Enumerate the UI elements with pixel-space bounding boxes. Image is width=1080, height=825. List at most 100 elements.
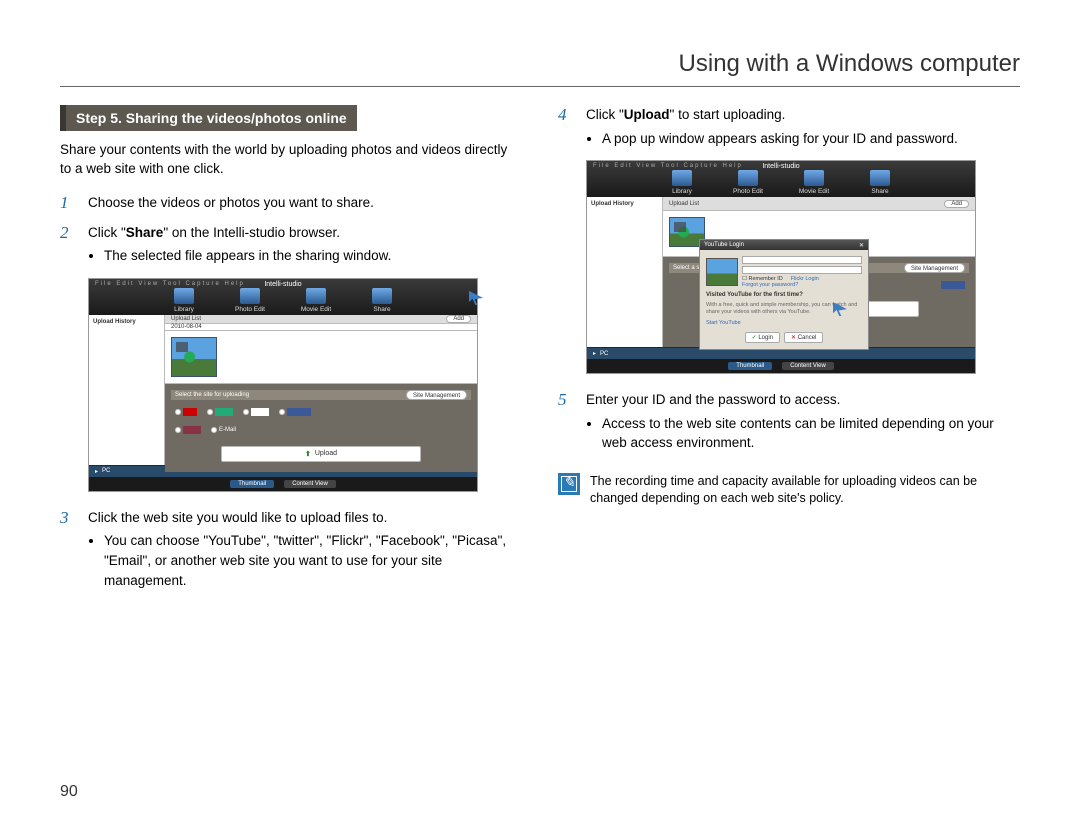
content-columns: Step 5. Sharing the videos/photos online… [60, 105, 1020, 602]
youtube-icon [183, 408, 197, 416]
tab-library[interactable]: Library [660, 170, 704, 195]
left-column: Step 5. Sharing the videos/photos online… [60, 105, 522, 602]
tab-label: Library [174, 306, 194, 313]
label: Upload List [171, 316, 201, 322]
pointer-arrow-icon [469, 291, 483, 305]
library-icon [174, 288, 194, 304]
label: Upload List [669, 201, 699, 207]
cancel-button[interactable]: ✕ Cancel [784, 332, 823, 343]
site-picasa[interactable] [175, 426, 201, 434]
intro-paragraph: Share your contents with the world by up… [60, 141, 522, 179]
id-input[interactable] [742, 256, 862, 264]
content-view-button[interactable]: Content View [284, 480, 336, 488]
upload-list-header: Upload List Add [663, 197, 975, 211]
step-3: 3 Click the web site you would like to u… [60, 508, 522, 592]
site-management-button[interactable]: Site Management [904, 263, 965, 273]
shot-sidebar: Upload History [89, 315, 165, 465]
radio-icon [175, 427, 181, 433]
site-management-button[interactable]: Site Management [406, 390, 467, 400]
library-icon [672, 170, 692, 186]
note-text: The recording time and capacity availabl… [590, 473, 1020, 508]
facebook-icon [287, 408, 311, 416]
share-icon [372, 288, 392, 304]
site-twitter[interactable] [207, 408, 233, 416]
start-youtube-link[interactable]: Start YouTube [706, 320, 862, 326]
shot-titlebar: File Edit View Tool Capture Help Intelli… [89, 279, 477, 315]
login-button[interactable]: ✓ Login [745, 332, 780, 343]
tab-movie-edit[interactable]: Movie Edit [294, 288, 338, 313]
login-popup: YouTube Login ✕ ☐ Remember ID Flickr [699, 239, 869, 350]
note-icon: ✎ [558, 473, 580, 495]
popup-thumbnail [706, 258, 738, 286]
photo-icon [240, 288, 260, 304]
text: Click " [88, 225, 126, 240]
footer-label: PC [600, 351, 608, 357]
upload-list-header: Upload List Add [165, 315, 477, 324]
thumbnail-view-button[interactable]: Thumbnail [728, 362, 772, 370]
date-label: 2010-08-04 [171, 324, 202, 330]
step-2: 2 Click "Share" on the Intelli-studio br… [60, 223, 522, 268]
x-icon: ✕ [791, 335, 796, 341]
right-column: 4 Click "Upload" to start uploading. A p… [558, 105, 1020, 602]
tab-share[interactable]: Share [360, 288, 404, 313]
content-view-button[interactable]: Content View [782, 362, 834, 370]
tab-photo-edit[interactable]: Photo Edit [228, 288, 272, 313]
popup-body: ☐ Remember ID Flickr Login Forgot your p… [700, 250, 868, 349]
step-text: Click "Share" on the Intelli-studio brow… [88, 223, 391, 268]
date-row: 2010-08-04 [165, 324, 477, 331]
tab-label: Share [373, 306, 390, 313]
note-box: ✎ The recording time and capacity availa… [558, 473, 1020, 508]
tab-library[interactable]: Library [162, 288, 206, 313]
password-input[interactable] [742, 266, 862, 274]
pencil-icon: ✎ [561, 476, 577, 492]
site-flickr[interactable] [243, 408, 269, 416]
flickr-icon [251, 408, 269, 416]
step-num: 4 [558, 105, 572, 150]
sub-list: The selected file appears in the sharing… [104, 246, 391, 266]
share-icon [870, 170, 890, 186]
radio-icon [175, 409, 181, 415]
tab-label: Movie Edit [799, 188, 829, 195]
upload-arrow-icon: ⬆ [305, 450, 311, 458]
step-num: 2 [60, 223, 74, 268]
tab-movie-edit[interactable]: Movie Edit [792, 170, 836, 195]
sub-item: You can choose "YouTube", "twitter", "Fl… [104, 531, 522, 590]
step-1: 1 Choose the videos or photos you want t… [60, 193, 522, 213]
shot-body: Upload History Upload List Add 2010-08-0… [89, 315, 477, 465]
site-facebook[interactable] [279, 408, 311, 416]
step-num: 1 [60, 193, 74, 213]
upload-bold: Upload [624, 107, 670, 122]
site-selection: Select the site for uploading Site Manag… [165, 384, 477, 472]
photo-thumbnail[interactable] [171, 337, 217, 377]
site-youtube[interactable] [175, 408, 197, 416]
popup-titlebar: YouTube Login ✕ [700, 240, 868, 250]
shot-app-title: Intelli-studio [264, 281, 301, 288]
sub-list: A pop up window appears asking for your … [602, 129, 958, 149]
sub-item: Access to the web site contents can be l… [602, 414, 1020, 453]
text: " on the Intelli-studio browser. [163, 225, 340, 240]
shot-main: Upload List Add 2010-08-04 Select the si… [165, 315, 477, 465]
sub-list: Access to the web site contents can be l… [602, 414, 1020, 453]
tab-photo-edit[interactable]: Photo Edit [726, 170, 770, 195]
forgot-password-link[interactable]: Forgot your password? [742, 282, 862, 288]
shot-menu: File Edit View Tool Capture Help [95, 281, 245, 287]
tab-share[interactable]: Share [858, 170, 902, 195]
site-email[interactable]: E-Mail [211, 426, 236, 434]
step-num: 5 [558, 390, 572, 455]
shot-titlebar: File Edit View Tool Capture Help Intelli… [587, 161, 975, 197]
step-text: Click the web site you would like to upl… [88, 508, 522, 592]
add-button[interactable]: Add [446, 315, 471, 323]
tab-label: Library [672, 188, 692, 195]
site-facebook[interactable] [941, 281, 965, 289]
text: Click the web site you would like to upl… [88, 510, 387, 525]
add-button[interactable]: Add [944, 200, 969, 208]
step-5: 5 Enter your ID and the password to acce… [558, 390, 1020, 455]
shot-app-title: Intelli-studio [762, 163, 799, 170]
site-options-row2: E-Mail [171, 424, 471, 436]
thumbnail-view-button[interactable]: Thumbnail [230, 480, 274, 488]
check-icon: ✓ [752, 335, 757, 341]
footer-label: PC [102, 468, 110, 474]
upload-button[interactable]: ⬆ Upload [221, 446, 421, 462]
movie-icon [306, 288, 326, 304]
close-icon[interactable]: ✕ [859, 242, 864, 249]
